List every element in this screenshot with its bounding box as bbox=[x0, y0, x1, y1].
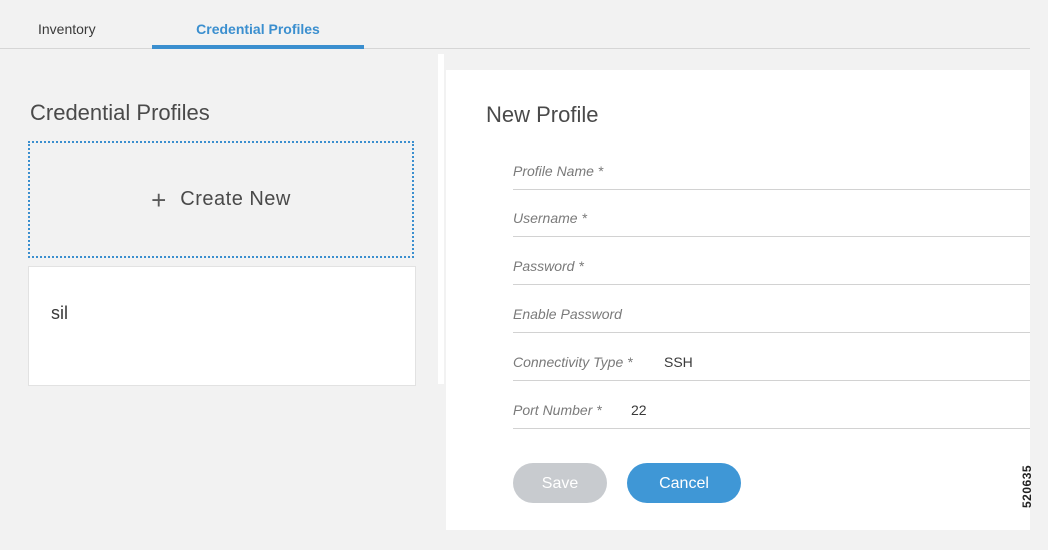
figure-id-label: 520635 bbox=[1020, 464, 1034, 508]
profile-name-label: Profile Name * bbox=[513, 163, 604, 179]
connectivity-type-field[interactable]: Connectivity Type * SSH bbox=[513, 334, 1030, 381]
password-field[interactable]: Password * bbox=[513, 238, 1030, 285]
profile-name-field[interactable]: Profile Name * bbox=[513, 143, 1030, 190]
active-tab-indicator bbox=[152, 45, 364, 49]
tab-bar: Inventory Credential Profiles bbox=[0, 0, 1030, 49]
panel-divider bbox=[438, 54, 444, 384]
username-label: Username * bbox=[513, 210, 587, 226]
connectivity-type-value: SSH bbox=[664, 354, 693, 370]
port-number-value: 22 bbox=[631, 402, 647, 418]
plus-icon: + bbox=[151, 184, 167, 215]
cancel-button[interactable]: Cancel bbox=[627, 463, 741, 503]
profile-card-sil[interactable]: sil bbox=[28, 266, 416, 386]
connectivity-type-label: Connectivity Type * bbox=[513, 354, 633, 370]
username-field[interactable]: Username * bbox=[513, 190, 1030, 237]
password-label: Password * bbox=[513, 258, 584, 274]
tab-credential-profiles-label: Credential Profiles bbox=[196, 21, 320, 37]
save-button[interactable]: Save bbox=[513, 463, 607, 503]
credential-profiles-heading: Credential Profiles bbox=[30, 100, 210, 125]
enable-password-label: Enable Password bbox=[513, 306, 622, 322]
new-profile-heading: New Profile bbox=[486, 102, 599, 127]
create-new-profile-button[interactable]: + Create New bbox=[28, 141, 414, 258]
enable-password-field[interactable]: Enable Password bbox=[513, 286, 1030, 333]
port-number-label: Port Number * bbox=[513, 402, 602, 418]
profile-card-name: sil bbox=[51, 303, 68, 323]
new-profile-panel: New Profile Profile Name * Username * Pa… bbox=[446, 70, 1030, 530]
port-number-field[interactable]: Port Number * 22 bbox=[513, 382, 1030, 429]
create-new-label: Create New bbox=[180, 188, 291, 210]
tab-inventory-label: Inventory bbox=[38, 21, 96, 37]
tab-inventory[interactable]: Inventory bbox=[38, 0, 118, 48]
tab-credential-profiles[interactable]: Credential Profiles bbox=[152, 0, 364, 49]
